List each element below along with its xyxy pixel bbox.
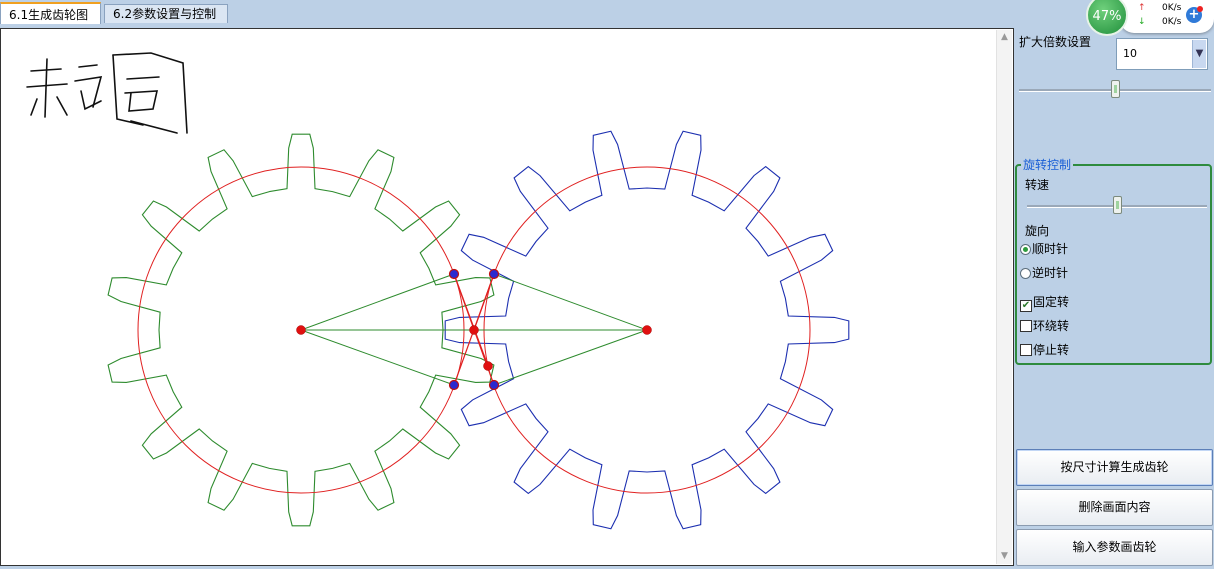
stop-rotate-label: 停止转: [1033, 343, 1070, 357]
checkbox-checked-icon[interactable]: ✔: [1020, 300, 1032, 312]
speed-slider[interactable]: [1027, 196, 1207, 216]
calc-generate-gear-button[interactable]: 按尺寸计算生成齿轮: [1016, 449, 1213, 486]
radio-clockwise-label: 顺时针: [1032, 242, 1069, 256]
orbit-rotate-label: 环绕转: [1033, 319, 1070, 333]
download-speed: 0K/s: [1162, 17, 1182, 27]
construction-line: [300, 273, 455, 331]
notification-dot-icon: [1197, 6, 1203, 12]
percent-badge[interactable]: 47%: [1086, 0, 1128, 36]
zoom-label: 扩大倍数设置: [1019, 35, 1092, 49]
handwritten-signature: [26, 52, 188, 134]
tab-params-control-label: 6.2参数设置与控制: [113, 7, 217, 21]
construction-line: [300, 329, 455, 386]
contact-point: [488, 379, 500, 391]
checkbox-stop-rotate[interactable]: 停止转: [1020, 342, 1069, 358]
construction-line: [493, 329, 648, 386]
contact-point: [448, 268, 460, 280]
tab-generate-gear-label: 6.1生成齿轮图: [9, 8, 89, 22]
radio-counterclockwise-label: 逆时针: [1032, 266, 1069, 280]
zoom-select[interactable]: 10 ▼: [1116, 38, 1208, 70]
radio-counterclockwise[interactable]: 逆时针: [1020, 265, 1068, 281]
construction-line: [493, 273, 648, 331]
chevron-down-icon[interactable]: ▼: [1192, 40, 1206, 68]
network-monitor-widget[interactable]: 47% ↑ 0K/s ↓ 0K/s +: [1086, 0, 1214, 36]
scroll-down-icon[interactable]: ▼: [997, 549, 1012, 564]
contact-point: [448, 379, 460, 391]
direction-label: 旋向: [1025, 224, 1050, 238]
center-point: [483, 361, 493, 371]
download-arrow-icon: ↓: [1138, 17, 1146, 27]
gear-canvas[interactable]: ▲ ▼: [0, 28, 1014, 566]
zoom-select-value: 10: [1123, 47, 1137, 60]
contact-point: [488, 268, 500, 280]
vertical-scrollbar[interactable]: ▲ ▼: [996, 30, 1012, 564]
tab-bar: 6.1生成齿轮图 6.2参数设置与控制: [0, 0, 1014, 24]
center-point: [469, 325, 479, 335]
gear-drawing: [26, 52, 850, 530]
tab-params-control[interactable]: 6.2参数设置与控制: [104, 4, 228, 23]
checkbox-fixed-rotate[interactable]: ✔ 固定转: [1020, 294, 1070, 312]
center-point: [642, 325, 652, 335]
radio-selected-icon[interactable]: [1020, 244, 1031, 255]
checkbox-orbit-rotate[interactable]: 环绕转: [1020, 318, 1069, 334]
upload-speed: 0K/s: [1162, 3, 1182, 13]
scroll-up-icon[interactable]: ▲: [997, 30, 1012, 45]
radio-clockwise[interactable]: 顺时针: [1020, 241, 1068, 257]
radio-unselected-icon[interactable]: [1020, 268, 1031, 279]
checkbox-unchecked-icon[interactable]: [1020, 344, 1032, 356]
rotation-group-title: 旋转控制: [1021, 156, 1074, 173]
clear-canvas-button[interactable]: 删除画面内容: [1016, 489, 1213, 526]
zoom-slider-thumb[interactable]: [1111, 80, 1120, 98]
checkbox-unchecked-icon[interactable]: [1020, 320, 1032, 332]
upload-arrow-icon: ↑: [1138, 3, 1146, 13]
speed-slider-thumb[interactable]: [1113, 196, 1122, 214]
zoom-slider[interactable]: [1019, 80, 1211, 100]
speed-label: 转速: [1025, 178, 1050, 192]
center-point: [296, 325, 306, 335]
input-draw-gear-button[interactable]: 输入参数画齿轮: [1016, 529, 1213, 566]
tab-generate-gear[interactable]: 6.1生成齿轮图: [0, 2, 101, 24]
fixed-rotate-label: 固定转: [1033, 295, 1070, 309]
